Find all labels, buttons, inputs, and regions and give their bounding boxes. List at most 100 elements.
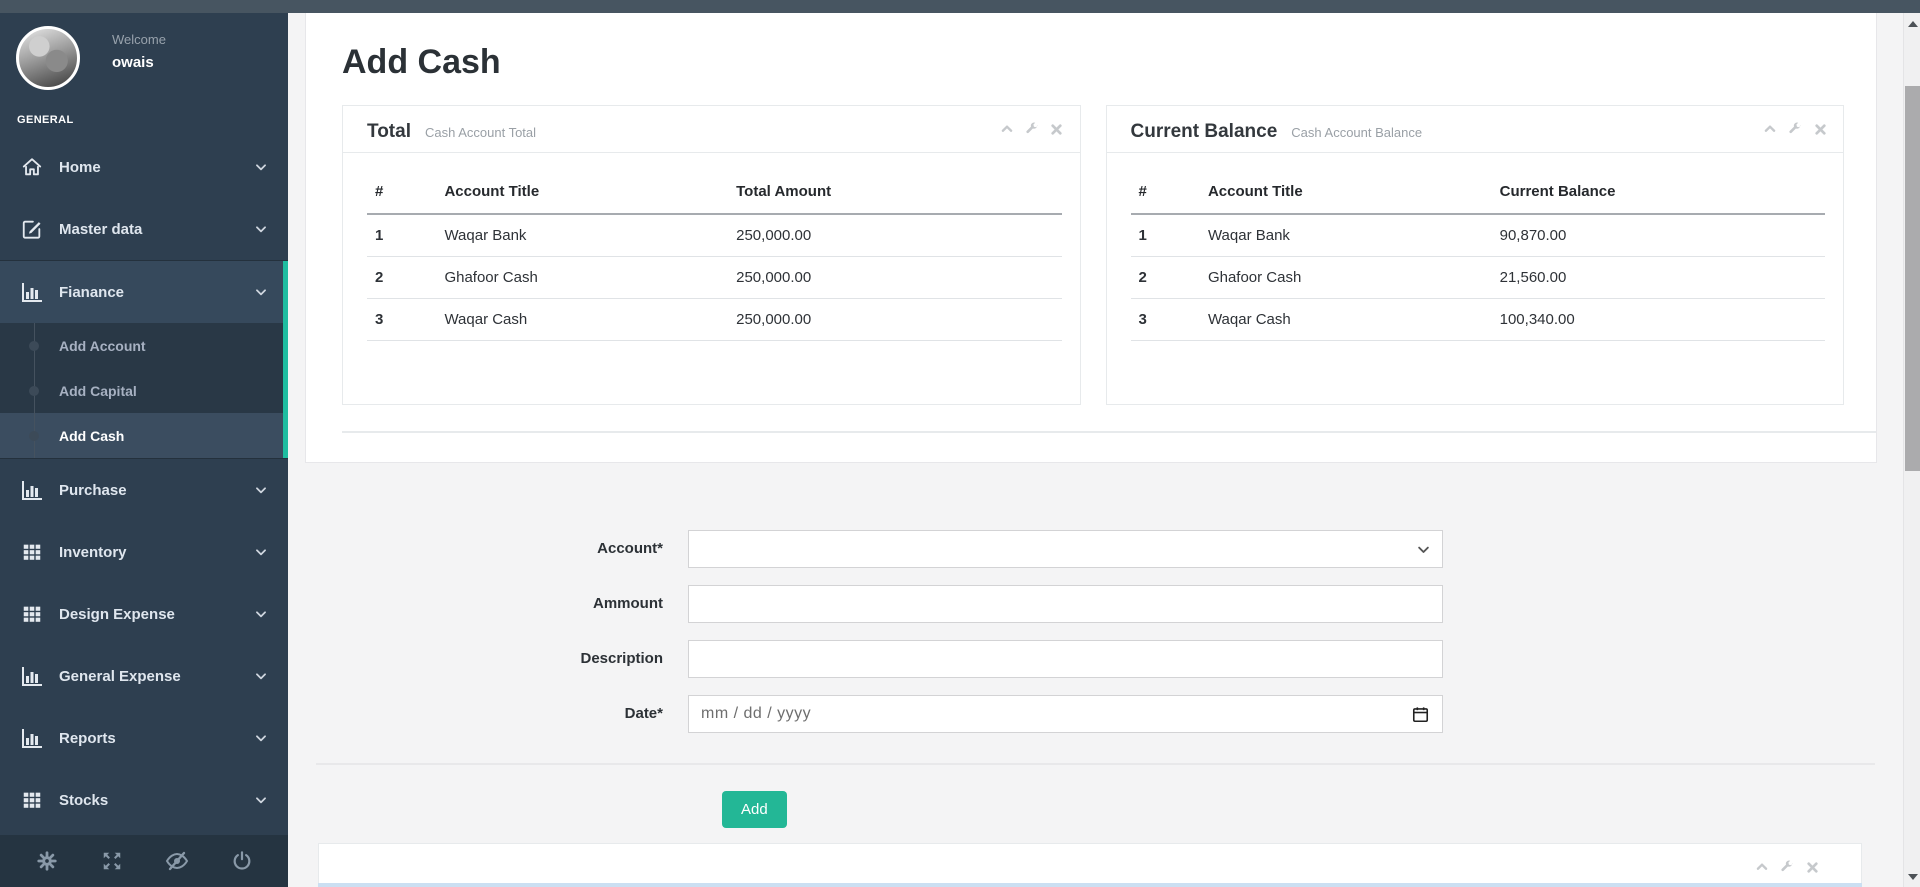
total-table: #Account TitleTotal Amount 1Waqar Bank25… bbox=[367, 161, 1062, 341]
panel-title: Current Balance bbox=[1131, 121, 1278, 143]
table-row: 2Ghafoor Cash250,000.00 bbox=[367, 257, 1062, 299]
chevron-down-icon bbox=[254, 731, 268, 745]
sidebar-item-fianance[interactable]: Fianance bbox=[0, 261, 288, 323]
sidebar-section-label: GENERAL bbox=[0, 100, 288, 136]
chevron-down-icon bbox=[1416, 542, 1431, 562]
table-header-row: #Account TitleCurrent Balance bbox=[1131, 161, 1826, 214]
description-label: Description bbox=[288, 640, 688, 678]
panel-subtitle: Cash Account Balance bbox=[1291, 125, 1422, 140]
scrollbar-thumb[interactable] bbox=[1905, 86, 1920, 471]
description-input[interactable] bbox=[688, 640, 1443, 678]
chevron-down-icon bbox=[254, 483, 268, 497]
table-header-row: #Account TitleTotal Amount bbox=[367, 161, 1062, 214]
fullscreen-icon[interactable] bbox=[99, 848, 125, 874]
add-button[interactable]: Add bbox=[722, 791, 787, 828]
panel-title: Total bbox=[367, 121, 411, 143]
chevron-down-icon bbox=[254, 545, 268, 559]
table-row: 1Waqar Bank250,000.00 bbox=[367, 214, 1062, 257]
sidebar-item-label: Purchase bbox=[59, 482, 254, 499]
sidebar-subitem-label: Add Account bbox=[59, 338, 146, 354]
sidebar-item-home[interactable]: Home bbox=[0, 136, 288, 198]
table-icon bbox=[20, 788, 44, 812]
column-header: Account Title bbox=[436, 161, 728, 214]
ammount-label: Ammount bbox=[288, 585, 688, 623]
username[interactable]: owais bbox=[112, 54, 166, 71]
wrench-icon[interactable] bbox=[1025, 122, 1039, 136]
bar-chart-icon bbox=[20, 280, 44, 304]
collapse-chevron-up-icon[interactable] bbox=[1755, 860, 1769, 874]
divider bbox=[316, 763, 1875, 765]
calendar-icon[interactable] bbox=[1411, 705, 1430, 729]
wrench-icon[interactable] bbox=[1788, 122, 1802, 136]
table-row: 1Waqar Bank90,870.00 bbox=[1131, 214, 1826, 257]
bullet-icon bbox=[29, 341, 39, 351]
sidebar-item-add-capital[interactable]: Add Capital bbox=[0, 368, 288, 413]
bullet-icon bbox=[29, 386, 39, 396]
settings-gear-icon[interactable] bbox=[34, 848, 60, 874]
main-content: Add Cash Total Cash Account Total bbox=[288, 13, 1920, 887]
divider bbox=[342, 431, 1876, 433]
sidebar-item-stocks[interactable]: Stocks bbox=[0, 769, 288, 831]
sidebar: Welcome owais GENERAL Home Master data F… bbox=[0, 13, 288, 887]
sidebar-section-fianance: Fianance Add Account Add Capital Add Cas… bbox=[0, 260, 288, 459]
sidebar-item-add-account[interactable]: Add Account bbox=[0, 323, 288, 368]
column-header: Total Amount bbox=[728, 161, 1061, 214]
user-profile[interactable]: Welcome owais bbox=[0, 13, 288, 100]
chevron-down-icon bbox=[254, 160, 268, 174]
wrench-icon[interactable] bbox=[1780, 860, 1794, 874]
bottom-blue-strip bbox=[318, 883, 1862, 887]
scroll-up-arrow[interactable] bbox=[1904, 15, 1920, 32]
account-select[interactable] bbox=[688, 530, 1443, 568]
sidebar-subitem-label: Add Capital bbox=[59, 383, 137, 399]
page-title: Add Cash bbox=[342, 43, 1876, 82]
column-header: Account Title bbox=[1200, 161, 1492, 214]
vertical-scrollbar[interactable] bbox=[1903, 13, 1920, 887]
scroll-down-arrow[interactable] bbox=[1904, 868, 1920, 885]
sidebar-item-label: Master data bbox=[59, 221, 254, 238]
close-icon[interactable] bbox=[1805, 860, 1819, 874]
sidebar-item-label: Stocks bbox=[59, 792, 254, 809]
current-balance-table: #Account TitleCurrent Balance 1Waqar Ban… bbox=[1131, 161, 1826, 341]
column-header: Current Balance bbox=[1492, 161, 1825, 214]
sidebar-item-add-cash[interactable]: Add Cash bbox=[0, 413, 288, 458]
power-icon[interactable] bbox=[229, 848, 255, 874]
sidebar-item-label: General Expense bbox=[59, 668, 254, 685]
sidebar-item-label: Home bbox=[59, 159, 254, 176]
sidebar-subitem-label: Add Cash bbox=[59, 428, 124, 444]
eye-slash-icon[interactable] bbox=[164, 848, 190, 874]
account-label: Account* bbox=[288, 530, 688, 568]
collapse-chevron-up-icon[interactable] bbox=[1000, 122, 1014, 136]
table-row: 3Waqar Cash250,000.00 bbox=[367, 299, 1062, 341]
column-header: # bbox=[367, 161, 436, 214]
current-balance-panel: Current Balance Cash Account Balance bbox=[1106, 105, 1845, 405]
date-input[interactable]: mm / dd / yyyy bbox=[688, 695, 1443, 733]
sidebar-item-master-data[interactable]: Master data bbox=[0, 198, 288, 260]
sidebar-item-design-expense[interactable]: Design Expense bbox=[0, 583, 288, 645]
sidebar-item-general-expense[interactable]: General Expense bbox=[0, 645, 288, 707]
sidebar-item-label: Design Expense bbox=[59, 606, 254, 623]
ammount-input[interactable] bbox=[688, 585, 1443, 623]
sidebar-item-reports[interactable]: Reports bbox=[0, 707, 288, 769]
sidebar-item-purchase[interactable]: Purchase bbox=[0, 459, 288, 521]
collapse-chevron-up-icon[interactable] bbox=[1763, 122, 1777, 136]
close-icon[interactable] bbox=[1050, 122, 1064, 136]
sidebar-item-label: Inventory bbox=[59, 544, 254, 561]
bar-chart-icon bbox=[20, 478, 44, 502]
table-icon bbox=[20, 602, 44, 626]
edit-icon bbox=[20, 217, 44, 241]
chevron-down-icon bbox=[254, 793, 268, 807]
top-window-strip bbox=[0, 0, 1920, 13]
welcome-text: Welcome bbox=[112, 32, 166, 47]
date-placeholder: mm / dd / yyyy bbox=[701, 705, 811, 723]
panel-subtitle: Cash Account Total bbox=[425, 125, 536, 140]
date-label: Date* bbox=[288, 695, 688, 733]
sidebar-item-label: Reports bbox=[59, 730, 254, 747]
bar-chart-icon bbox=[20, 664, 44, 688]
avatar[interactable] bbox=[16, 26, 80, 90]
summary-card: Add Cash Total Cash Account Total bbox=[305, 13, 1877, 463]
add-cash-form: Account* Ammount Description Date* mm / … bbox=[288, 530, 1920, 828]
sidebar-item-inventory[interactable]: Inventory bbox=[0, 521, 288, 583]
bottom-panel bbox=[318, 843, 1862, 887]
close-icon[interactable] bbox=[1813, 122, 1827, 136]
chevron-down-icon bbox=[254, 607, 268, 621]
